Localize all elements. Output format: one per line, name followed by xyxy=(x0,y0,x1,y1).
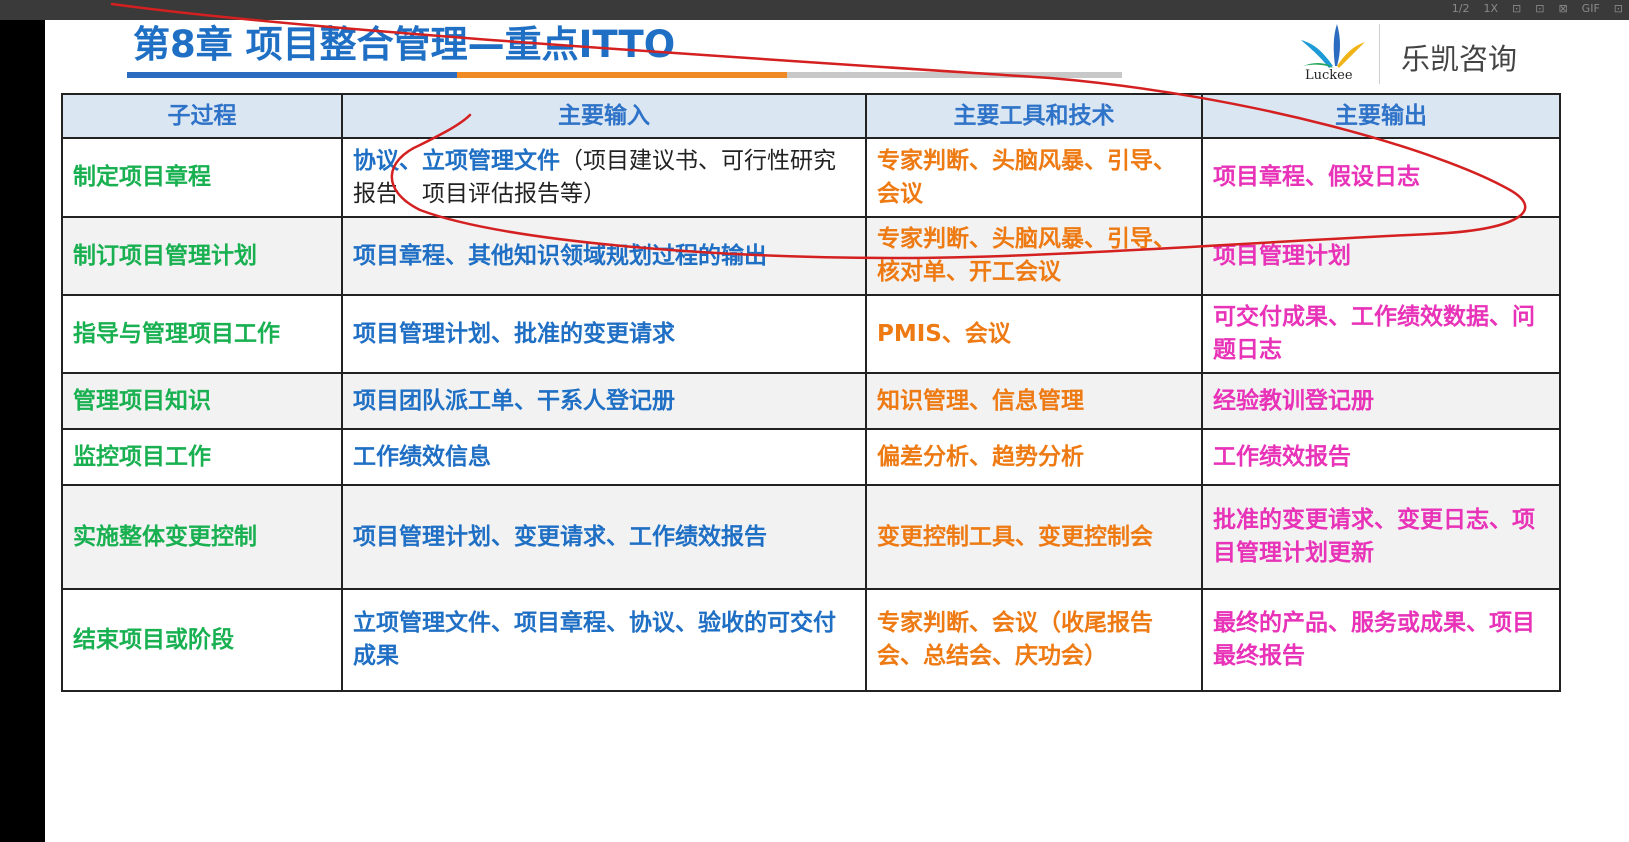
table-header-row: 子过程 主要输入 主要工具和技术 主要输出 xyxy=(61,93,1561,139)
brand-name: 乐凯咨询 xyxy=(1401,42,1518,76)
process-cell: 管理项目知识 xyxy=(61,372,343,430)
table-row: 制订项目管理计划 项目章程、其他知识领域规划过程的输出 专家判断、头脑风暴、引导… xyxy=(61,216,1561,296)
inputs-cell: 工作绩效信息 xyxy=(341,428,867,486)
logo-divider xyxy=(1379,24,1380,84)
slide: 第8章 项目整合管理—重点ITTO Luckee 乐凯咨询 子过程 主要输入 主… xyxy=(45,20,1629,842)
underline-gray xyxy=(787,72,1122,78)
tools-cell: 变更控制工具、变更控制会 xyxy=(865,484,1203,590)
slide-title: 第8章 项目整合管理—重点ITTO xyxy=(133,23,676,66)
process-cell: 监控项目工作 xyxy=(61,428,343,486)
title-underline xyxy=(127,72,1122,78)
underline-orange xyxy=(457,72,787,78)
tools-cell: 偏差分析、趋势分析 xyxy=(865,428,1203,486)
process-cell: 实施整体变更控制 xyxy=(61,484,343,590)
tools-cell: PMIS、会议 xyxy=(865,294,1203,374)
inputs-cell: 协议、立项管理文件（项目建议书、可行性研究报告、项目评估报告等） xyxy=(341,137,867,218)
header-outputs: 主要输出 xyxy=(1201,93,1561,139)
inputs-main: 协议、立项管理文件 xyxy=(353,147,560,174)
tools-cell: 专家判断、会议（收尾报告会、总结会、庆功会） xyxy=(865,588,1203,692)
outputs-cell: 可交付成果、工作绩效数据、问题日志 xyxy=(1201,294,1561,374)
page-indicator[interactable]: 1/2 xyxy=(1452,1,1470,17)
process-cell: 指导与管理项目工作 xyxy=(61,294,343,374)
process-cell: 制定项目章程 xyxy=(61,137,343,218)
table-row: 监控项目工作 工作绩效信息 偏差分析、趋势分析 工作绩效报告 xyxy=(61,428,1561,486)
outputs-cell: 批准的变更请求、变更日志、项目管理计划更新 xyxy=(1201,484,1561,590)
inputs-cell: 项目管理计划、批准的变更请求 xyxy=(341,294,867,374)
inputs-cell: 项目章程、其他知识领域规划过程的输出 xyxy=(341,216,867,296)
outputs-cell: 最终的产品、服务或成果、项目最终报告 xyxy=(1201,588,1561,692)
tools-cell: 知识管理、信息管理 xyxy=(865,372,1203,430)
table-row: 管理项目知识 项目团队派工单、干系人登记册 知识管理、信息管理 经验教训登记册 xyxy=(61,372,1561,430)
gif-button[interactable]: GIF xyxy=(1582,1,1600,17)
inputs-cell: 项目团队派工单、干系人登记册 xyxy=(341,372,867,430)
header-inputs: 主要输入 xyxy=(341,93,867,139)
table-row: 实施整体变更控制 项目管理计划、变更请求、工作绩效报告 变更控制工具、变更控制会… xyxy=(61,484,1561,590)
outputs-cell: 项目章程、假设日志 xyxy=(1201,137,1561,218)
process-cell: 结束项目或阶段 xyxy=(61,588,343,692)
tools-cell: 专家判断、头脑风暴、引导、会议 xyxy=(865,137,1203,218)
tools-cell: 专家判断、头脑风暴、引导、核对单、开工会议 xyxy=(865,216,1203,296)
logo-wordmark: Luckee xyxy=(1305,68,1353,83)
underline-blue xyxy=(127,72,457,78)
table-row: 结束项目或阶段 立项管理文件、项目章程、协议、验收的可交付成果 专家判断、会议（… xyxy=(61,588,1561,692)
window-icon[interactable]: ⊡ xyxy=(1614,1,1623,17)
inputs-cell: 项目管理计划、变更请求、工作绩效报告 xyxy=(341,484,867,590)
outputs-cell: 工作绩效报告 xyxy=(1201,428,1561,486)
header-tools: 主要工具和技术 xyxy=(865,93,1203,139)
viewer-toolbar: 1/2 1X ⊡ ⊡ ⊠ GIF ⊡ xyxy=(0,0,1629,20)
header-process: 子过程 xyxy=(61,93,343,139)
crop-icon[interactable]: ⊡ xyxy=(1535,1,1544,17)
fit-icon[interactable]: ⊡ xyxy=(1512,1,1521,17)
company-logo: Luckee 乐凯咨询 xyxy=(1293,20,1613,92)
outputs-cell: 经验教训登记册 xyxy=(1201,372,1561,430)
itto-table: 子过程 主要输入 主要工具和技术 主要输出 制定项目章程 协议、立项管理文件（项… xyxy=(61,93,1561,692)
table-row: 制定项目章程 协议、立项管理文件（项目建议书、可行性研究报告、项目评估报告等） … xyxy=(61,137,1561,218)
table-row: 指导与管理项目工作 项目管理计划、批准的变更请求 PMIS、会议 可交付成果、工… xyxy=(61,294,1561,374)
outputs-cell: 项目管理计划 xyxy=(1201,216,1561,296)
inputs-cell: 立项管理文件、项目章程、协议、验收的可交付成果 xyxy=(341,588,867,692)
speed-button[interactable]: 1X xyxy=(1483,1,1498,17)
expand-icon[interactable]: ⊠ xyxy=(1558,1,1567,17)
process-cell: 制订项目管理计划 xyxy=(61,216,343,296)
